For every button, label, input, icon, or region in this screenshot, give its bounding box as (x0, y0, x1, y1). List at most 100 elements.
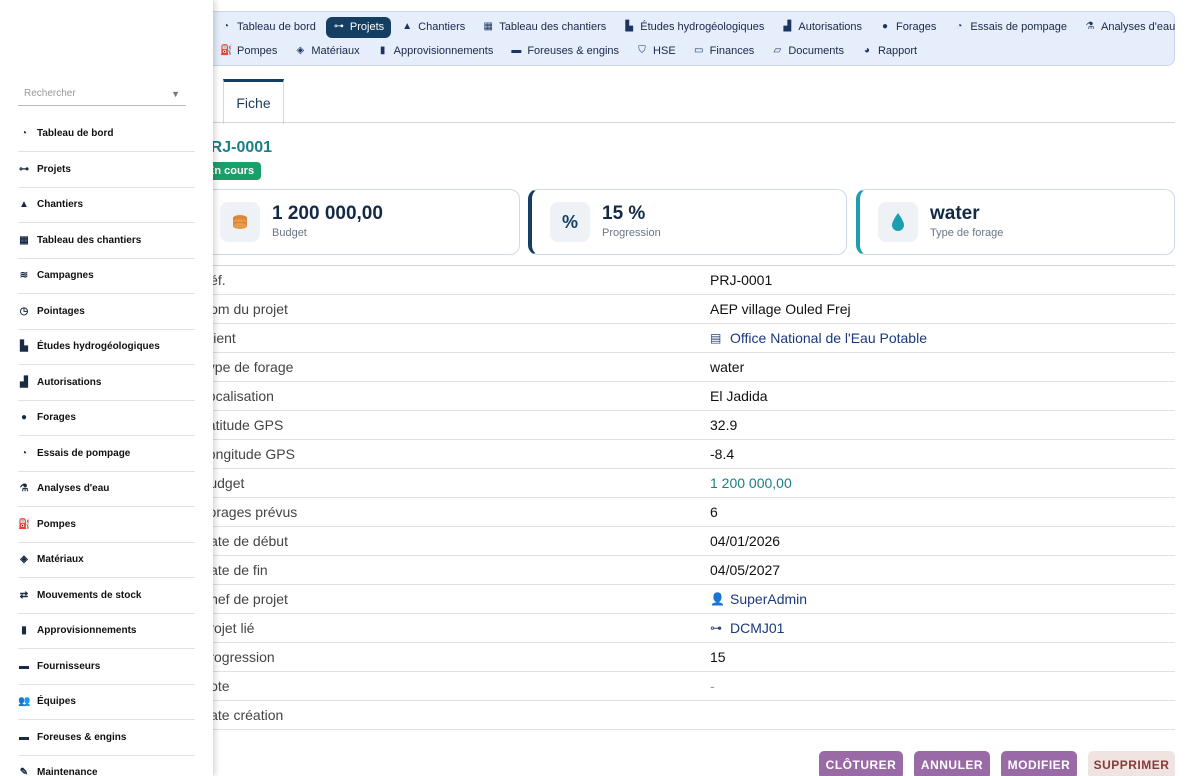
sidebar-item-pompes[interactable]: ⛽ Pompes (18, 507, 195, 543)
pie-chart-icon: ◕ (863, 45, 870, 56)
topnav-item-hse[interactable]: ⛉ HSE (629, 41, 683, 61)
topnav-item-autorisations[interactable]: ▟ Autorisations (774, 17, 869, 37)
field-label: Longitude GPS (200, 446, 295, 462)
edit-button[interactable]: MODIFIER (1001, 751, 1077, 776)
progression-card: % 15 % Progression (528, 189, 847, 255)
tab-fiche[interactable]: Fiche (223, 79, 284, 124)
topnav-item-analyses-d-eau[interactable]: ⚗ Analyses d'eau (1077, 17, 1182, 37)
clock-icon: ◷ (19, 305, 29, 317)
topnav-item-label: Tableau des chantiers (499, 21, 607, 33)
stamp-icon: ▟ (20, 376, 28, 388)
topnav-item-label: Pompes (237, 45, 278, 57)
hardhat-icon: ▲ (402, 21, 413, 32)
sidebar-item-chantiers[interactable]: ▲ Chantiers (18, 187, 195, 223)
topnav-item-finances[interactable]: ▭ Finances (686, 41, 762, 61)
field-value-text: -8.4 (710, 446, 735, 462)
sidebar-item-label: Essais de pompage (37, 447, 131, 459)
folder-icon: ▱ (773, 45, 782, 56)
drilling-type-value: water (930, 203, 980, 224)
topnav-item-rapport[interactable]: ◕ Rapport (854, 41, 924, 61)
sidebar-item-campagnes[interactable]: ≋ Campagnes (18, 258, 195, 294)
truck-icon: ▬ (511, 45, 522, 56)
sidebar-item-tableau-des-chantiers[interactable]: ▦ Tableau des chantiers (18, 223, 195, 259)
field-value-text: 15 (710, 649, 726, 665)
topnav-item-projets[interactable]: ⊶ Projets (325, 16, 392, 38)
sidebar-item-approvisionnements[interactable]: ▮ Approvisionnements (18, 613, 195, 649)
stamp-icon: ▟ (783, 21, 792, 32)
sidebar-item-label: Fournisseurs (37, 660, 101, 672)
sidebar-item-materiaux[interactable]: ◈ Matériaux (18, 542, 195, 578)
gauge-icon: ◔ (20, 128, 28, 139)
sidebar-item-etudes-hydrogeologiques[interactable]: ▙ Études hydrogéologiques (18, 329, 195, 365)
sidebar-item-maintenance[interactable]: ✎ Maintenance (18, 755, 195, 776)
topnav-item-label: Analyses d'eau (1100, 21, 1176, 33)
sidebar-item-label: Mouvements de stock (37, 589, 142, 601)
sidebar-item-foreuses-engins[interactable]: ▬ Foreuses & engins (18, 720, 195, 756)
supplier-icon: ▬ (19, 660, 29, 672)
sidebar-item-forages[interactable]: ● Forages (18, 400, 195, 436)
sidebar-item-label: Tableau de bord (37, 128, 114, 139)
field-label: Type de forage (200, 359, 294, 375)
sidebar-item-label: Projets (37, 163, 71, 175)
sidebar-search-input[interactable]: Rechercher ▼ (18, 82, 186, 106)
field-value[interactable]: ⊶ DCMJ01 (710, 614, 784, 643)
topnav-item-forages[interactable]: ● Forages (872, 17, 943, 37)
sidebar-item-tableau-de-bord[interactable]: ◔ Tableau de bord (18, 116, 195, 152)
progression-label: Progression (602, 227, 661, 239)
sidebar-item-analyses-d-eau[interactable]: ⚗ Analyses d'eau (18, 471, 195, 507)
search-placeholder: Rechercher (24, 88, 76, 99)
topnav-item-etudes-hydrogeologiques[interactable]: ▙ Études hydrogéologiques (616, 17, 771, 37)
sidebar-item-essais-de-pompage[interactable]: ◔ Essais de pompage (18, 436, 195, 472)
table-row: Date création (200, 701, 1175, 730)
project-diagram-icon: ⊶ (333, 21, 344, 32)
sidebar-item-pointages[interactable]: ◷ Pointages (18, 294, 195, 330)
field-value-text: AEP village Ouled Frej (710, 301, 851, 317)
field-value[interactable]: ▤ Office National de l'Eau Potable (710, 324, 927, 353)
topnav-item-tableau-de-bord[interactable]: ◔ Tableau de bord (213, 17, 323, 37)
table-row: Réf.PRJ-0001 (200, 266, 1175, 295)
topnav-item-chantiers[interactable]: ▲ Chantiers (394, 17, 472, 37)
drilling-type-card: water Type de forage (856, 189, 1175, 255)
cancel-button[interactable]: ANNULER (914, 751, 990, 776)
sidebar-item-fournisseurs[interactable]: ▬ Fournisseurs (18, 649, 195, 685)
topnav-item-materiaux[interactable]: ◈ Matériaux (287, 41, 366, 61)
topnav-item-label: Projets (349, 21, 385, 33)
sidebar-item-label: Pompes (37, 518, 76, 530)
field-value[interactable]: 👤 SuperAdmin (710, 585, 807, 614)
sidebar-item-label: Analyses d'eau (37, 483, 110, 494)
table-row: Budget 1 200 000,00 (200, 469, 1175, 498)
exchange-icon: ⇄ (19, 589, 29, 601)
table-icon: ▦ (483, 21, 493, 32)
topnav-item-essais-de-pompage[interactable]: ◔ Essais de pompage (946, 17, 1074, 37)
topnav-item-approvisionnements[interactable]: ▮ Approvisionnements (370, 41, 501, 61)
percent-icon: % (550, 202, 590, 242)
project-diagram-icon: ⊶ (19, 163, 29, 175)
field-value: 32.9 (710, 411, 737, 440)
table-row: Longitude GPS -8.4 (200, 440, 1175, 469)
sidebar-item-label: Chantiers (37, 199, 84, 210)
sidebar-item-mouvements-de-stock[interactable]: ⇄ Mouvements de stock (18, 578, 195, 614)
sidebar-item-label: Maintenance (37, 767, 98, 776)
topnav-item-tableau-des-chantiers[interactable]: ▦ Tableau des chantiers (475, 17, 613, 37)
topnav-item-pompes[interactable]: ⛽ Pompes (213, 41, 284, 61)
field-value: El Jadida (710, 382, 768, 411)
table-row: Date de fin 04/05/2027 (200, 556, 1175, 585)
drilling-type-label: Type de forage (930, 227, 1004, 239)
sidebar-item-label: Pointages (37, 305, 85, 317)
topnav-item-label: Chantiers (418, 21, 466, 33)
wallet-icon: ▭ (693, 45, 704, 56)
sidebar-item-autorisations[interactable]: ▟ Autorisations (18, 365, 195, 401)
sidebar-item-projets[interactable]: ⊶ Projets (18, 152, 195, 188)
topnav-item-foreuses-engins[interactable]: ▬ Foreuses & engins (503, 41, 626, 61)
sidebar-item-label: Approvisionnements (37, 625, 137, 636)
table-icon: ▦ (19, 234, 29, 246)
sidebar-item-equipes[interactable]: 👥 Équipes (18, 684, 195, 720)
shield-icon: ⛉ (638, 45, 646, 56)
sidebar-item-label: Autorisations (37, 376, 102, 388)
field-label: Date de début (200, 533, 288, 549)
delete-button[interactable]: SUPPRIMER (1088, 751, 1175, 776)
close-project-button[interactable]: CLÔTURER (819, 751, 903, 776)
topnav-item-documents[interactable]: ▱ Documents (764, 41, 851, 61)
dolly-icon: ▮ (379, 45, 386, 56)
pump-icon: ⛽ (18, 518, 31, 530)
